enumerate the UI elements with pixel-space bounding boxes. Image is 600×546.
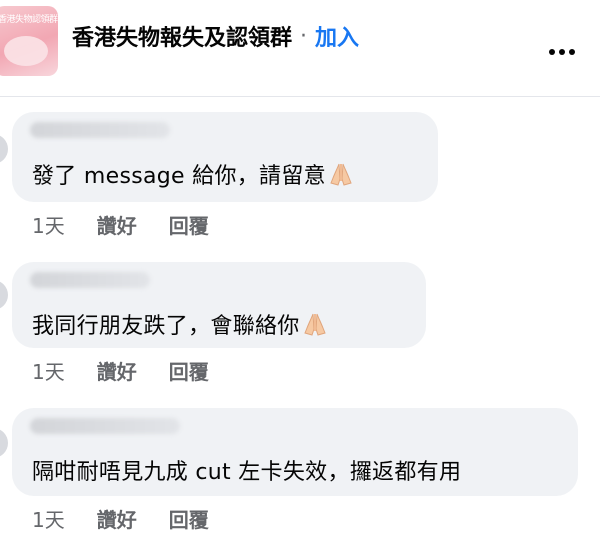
like-button[interactable]: 讚好: [97, 210, 137, 239]
comment-time[interactable]: 1天: [32, 504, 65, 533]
author-name-redacted[interactable]: [30, 418, 180, 434]
join-group-link[interactable]: 加入: [315, 20, 359, 52]
more-options-icon[interactable]: [540, 30, 584, 74]
title-separator: ·: [300, 23, 308, 49]
comment-time[interactable]: 1天: [32, 356, 65, 385]
avatar[interactable]: [0, 280, 8, 310]
comment-text-content: 發了 message 給你，請留意: [32, 164, 326, 189]
comment-text-content: 我同行朋友跌了，會聯絡你: [32, 314, 300, 339]
comment-time[interactable]: 1天: [32, 210, 65, 239]
comment-bubble: 我同行朋友跌了，會聯絡你: [12, 262, 426, 348]
title-row: 香港失物報失及認領群 · 加入: [72, 18, 359, 54]
comment-2: 我同行朋友跌了，會聯絡你 1天 讚好 回覆: [0, 262, 600, 392]
pray-icon: [330, 163, 352, 186]
comment-3: 隔咁耐唔見九成 cut 左卡失效，攞返都有用 1天 讚好 回覆: [0, 408, 600, 546]
like-button[interactable]: 讚好: [97, 356, 137, 385]
comment-1: 發了 message 給你，請留意 1天 讚好 回覆: [0, 112, 600, 242]
comment-text: 我同行朋友跌了，會聯絡你: [32, 308, 328, 340]
reply-button[interactable]: 回覆: [169, 504, 209, 533]
avatar[interactable]: [0, 428, 8, 458]
reply-button[interactable]: 回覆: [169, 356, 209, 385]
avatar[interactable]: [0, 134, 8, 164]
group-name[interactable]: 香港失物報失及認領群: [72, 20, 292, 52]
comment-actions: 1天 讚好 回覆: [32, 504, 209, 533]
comment-text: 發了 message 給你，請留意: [32, 158, 354, 190]
thumbnail-graphic: [4, 36, 48, 66]
author-name-redacted[interactable]: [30, 272, 150, 288]
group-header: 香港失物認領群 香港失物報失及認領群 · 加入: [0, 0, 600, 97]
comment-bubble: 隔咁耐唔見九成 cut 左卡失效，攞返都有用: [12, 408, 578, 496]
thumbnail-label: 香港失物認領群: [0, 15, 58, 25]
like-button[interactable]: 讚好: [97, 504, 137, 533]
comment-bubble: 發了 message 給你，請留意: [12, 112, 438, 202]
comment-actions: 1天 讚好 回覆: [32, 356, 209, 385]
comment-actions: 1天 讚好 回覆: [32, 210, 209, 239]
pray-icon: [303, 313, 326, 336]
author-name-redacted[interactable]: [30, 122, 170, 138]
reply-button[interactable]: 回覆: [169, 210, 209, 239]
group-thumbnail[interactable]: 香港失物認領群: [0, 6, 58, 76]
comment-text: 隔咁耐唔見九成 cut 左卡失效，攞返都有用: [32, 454, 461, 486]
comment-text-content: 隔咁耐唔見九成 cut 左卡失效，攞返都有用: [32, 460, 462, 485]
